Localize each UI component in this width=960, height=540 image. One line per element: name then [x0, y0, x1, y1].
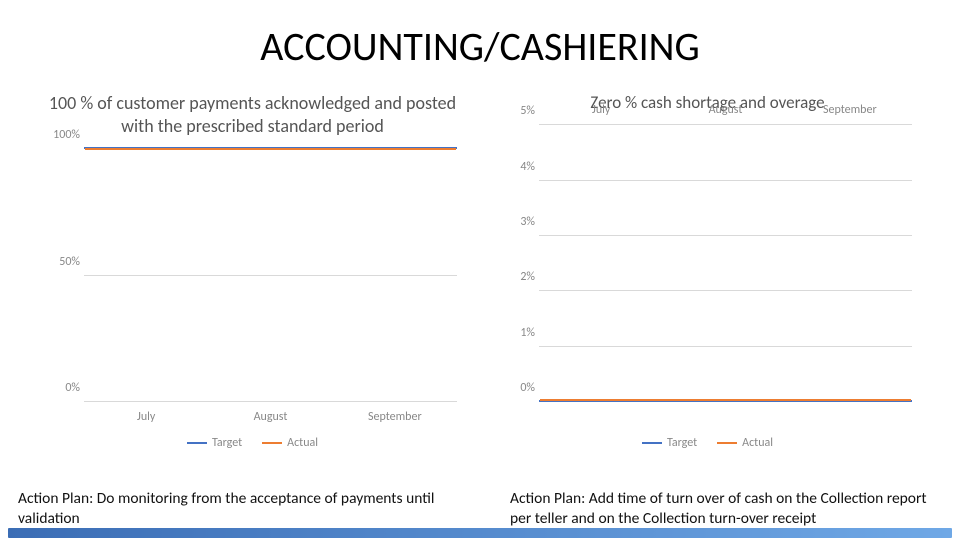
legend-swatch-actual [717, 442, 737, 444]
gridline [539, 180, 912, 181]
action-plan-left: Action Plan: Do monitoring from the acce… [18, 489, 450, 528]
y-tick: 100% [40, 128, 80, 142]
chart-right: Zero % cash shortage and overage 0% 1% 2… [495, 92, 920, 450]
legend-swatch-target [187, 442, 207, 444]
legend-item-actual: Actual [717, 436, 773, 450]
x-axis-ticks: July August September [84, 410, 457, 424]
gridline [539, 290, 912, 291]
slide: ACCOUNTING/CASHIERING 100 % of customer … [0, 0, 960, 540]
page-title: ACCOUNTING/CASHIERING [0, 22, 960, 71]
series-actual-line [85, 148, 456, 150]
chart-left-title: 100 % of customer payments acknowledged … [40, 92, 465, 137]
action-plan-right: Action Plan: Add time of turn over of ca… [510, 489, 942, 528]
gridline [84, 401, 457, 402]
chart-left-plot-inner: 0% 50% 100% July August September [84, 149, 457, 402]
chart-right-legend: Target Actual [495, 436, 920, 450]
chart-left-legend: Target Actual [40, 436, 465, 450]
x-tick: July [84, 410, 208, 424]
charts-row: 100 % of customer payments acknowledged … [40, 92, 920, 450]
legend-swatch-target [642, 442, 662, 444]
y-tick: 0% [40, 381, 80, 395]
y-tick: 4% [495, 160, 535, 174]
x-tick: August [663, 103, 787, 117]
gridline [539, 235, 912, 236]
y-tick: 50% [40, 255, 80, 269]
x-tick: August [208, 410, 332, 424]
chart-right-plot: 0% 1% 2% 3% 4% 5% July August September [495, 119, 920, 432]
chart-right-plot-inner: 0% 1% 2% 3% 4% 5% July August September [539, 125, 912, 402]
x-tick: September [788, 103, 912, 117]
series-actual-line [540, 399, 911, 401]
legend-label-actual: Actual [287, 436, 318, 450]
gridline [84, 275, 457, 276]
legend-label-actual: Actual [742, 436, 773, 450]
action-plan-row: Action Plan: Do monitoring from the acce… [18, 489, 942, 528]
chart-left-plot: 0% 50% 100% July August September [40, 143, 465, 432]
gridline [539, 346, 912, 347]
legend-swatch-actual [262, 442, 282, 444]
legend-label-target: Target [667, 436, 697, 450]
x-axis-ticks: July August September [539, 103, 912, 117]
legend-item-target: Target [187, 436, 242, 450]
legend-item-target: Target [642, 436, 697, 450]
legend-label-target: Target [212, 436, 242, 450]
chart-left: 100 % of customer payments acknowledged … [40, 92, 465, 450]
y-tick: 3% [495, 215, 535, 229]
legend-item-actual: Actual [262, 436, 318, 450]
gridline [539, 124, 912, 125]
y-tick: 2% [495, 270, 535, 284]
y-tick: 5% [495, 104, 535, 118]
x-tick: September [333, 410, 457, 424]
y-tick: 0% [495, 381, 535, 395]
y-tick: 1% [495, 326, 535, 340]
decorative-stripe [8, 528, 952, 538]
x-tick: July [539, 103, 663, 117]
